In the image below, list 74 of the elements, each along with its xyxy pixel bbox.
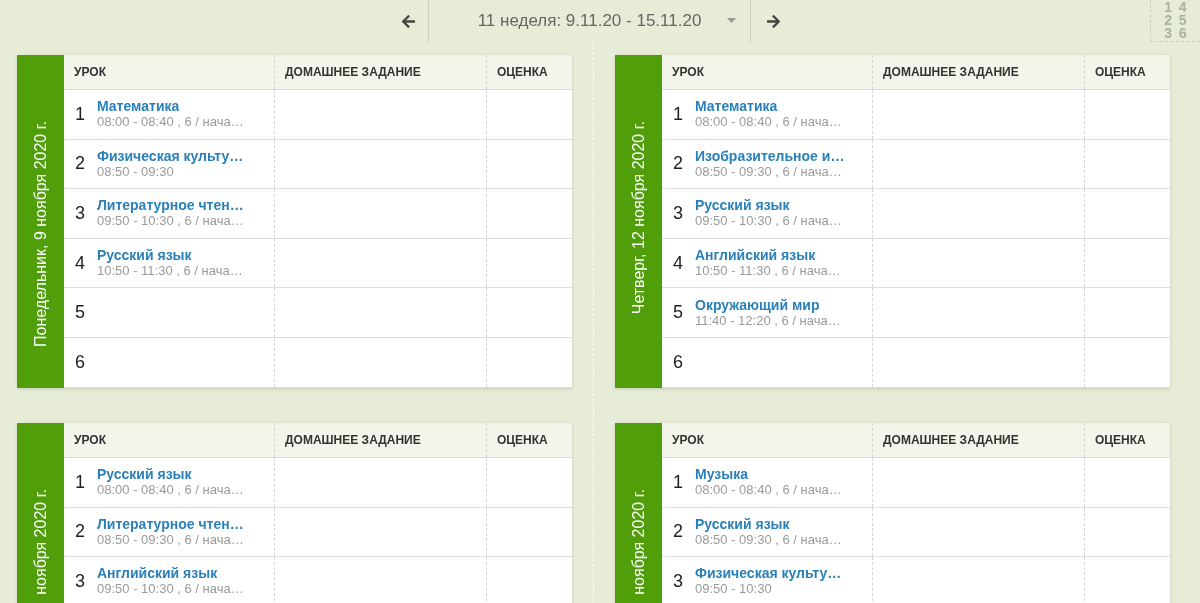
caret-icon [727, 18, 736, 23]
lesson-time: 11:40 - 12:20 , 6 / нача… [695, 312, 841, 329]
column-header: ОЦЕНКА [1084, 55, 1170, 89]
arrow-right-icon [765, 13, 781, 29]
lesson-number: 1 [75, 470, 86, 494]
lesson-number: 6 [673, 350, 684, 374]
column-header: ДОМАШНЕЕ ЗАДАНИЕ [274, 55, 486, 89]
lesson-time: 10:50 - 11:30 , 6 / нача… [695, 263, 841, 280]
subject-link[interactable]: Литературное чтен… [97, 197, 244, 214]
layout-digit: 4 [1177, 1, 1188, 14]
subject-link[interactable]: Физическая культу… [97, 147, 244, 164]
column-header: ДОМАШНЕЕ ЗАДАНИЕ [872, 55, 1084, 89]
lesson-number: 2 [673, 520, 684, 544]
column-header: УРОК [73, 432, 107, 449]
lesson-time: 08:00 - 08:40 , 6 / нача… [695, 114, 842, 131]
lesson-time: 08:50 - 09:30 , 6 / нача… [695, 163, 843, 180]
subject-link[interactable]: Английский язык [695, 247, 841, 264]
lesson-time: 08:50 - 09:30 , 6 / нача… [695, 531, 842, 548]
lesson-time: 08:00 - 08:40 , 6 / нача… [97, 482, 244, 499]
lesson-number: 2 [75, 152, 86, 176]
subject-link[interactable]: Русский язык [97, 466, 244, 483]
column-header: ОЦЕНКА [486, 55, 572, 89]
column-header: УРОК [73, 64, 107, 81]
lesson-number: 4 [75, 251, 86, 275]
week-select[interactable]: 11 неделя: 9.11.20 - 15.11.20 [428, 0, 751, 42]
layout-digit: 6 [1177, 27, 1188, 40]
column-header: УРОК [671, 432, 705, 449]
lesson-number: 3 [673, 570, 684, 593]
lesson-time: 09:50 - 10:30 , 6 / нача… [97, 581, 244, 598]
subject-link[interactable]: Изобразительное и… [695, 147, 845, 164]
arrow-left-icon [400, 13, 416, 29]
lesson-time: 09:50 - 10:30 , 6 / нача… [97, 213, 244, 230]
lesson-time: 08:00 - 08:40 , 6 / нача… [695, 482, 842, 499]
lesson-number: 3 [673, 202, 684, 225]
lesson-time: 09:50 - 10:30 , 6 / нача… [695, 213, 842, 230]
column-header: ОЦЕНКА [486, 423, 572, 457]
subject-link[interactable]: Литературное чтен… [97, 515, 244, 532]
lesson-number: 2 [75, 520, 86, 544]
subject-link[interactable]: Музыка [695, 466, 842, 483]
day-label: ноября 2020 г. [628, 489, 648, 595]
lesson-number: 6 [75, 350, 86, 374]
lesson-time: 09:50 - 10:30 [695, 581, 773, 598]
subject-link[interactable]: Русский язык [695, 197, 842, 214]
lesson-number: 4 [673, 251, 684, 275]
day-label: Понедельник, 9 ноября 2020 г. [30, 121, 50, 347]
day-label: Четверг, 12 ноября 2020 г. [628, 121, 648, 315]
lesson-number: 1 [75, 102, 86, 126]
lesson-number: 5 [673, 301, 684, 325]
lesson-number: 5 [75, 301, 86, 325]
lesson-time: 08:50 - 09:30 , 6 / нача… [97, 531, 244, 548]
subject-link[interactable]: Русский язык [695, 515, 842, 532]
column-header: УРОК [671, 64, 705, 81]
subject-link[interactable]: Математика [695, 98, 842, 115]
column-header: ОЦЕНКА [1084, 423, 1170, 457]
lesson-number: 1 [673, 102, 684, 126]
lesson-number: 3 [75, 202, 86, 225]
column-header: ДОМАШНЕЕ ЗАДАНИЕ [274, 423, 486, 457]
subject-link[interactable]: Математика [97, 98, 244, 115]
lesson-number: 3 [75, 570, 86, 593]
lesson-number: 1 [673, 470, 684, 494]
lesson-number: 2 [673, 152, 684, 176]
layout-digit: 1 [1163, 1, 1174, 14]
subject-link[interactable]: Английский язык [97, 565, 244, 582]
subject-link[interactable]: Окружающий мир [695, 296, 841, 313]
layout-digit: 3 [1163, 27, 1174, 40]
lesson-time: 10:50 - 11:30 , 6 / нача… [97, 263, 243, 280]
day-label: ноября 2020 г. [30, 489, 50, 595]
layout-digit: 5 [1177, 14, 1188, 27]
layout-digit: 2 [1163, 14, 1174, 27]
subject-link[interactable]: Физическая культу… [695, 565, 842, 582]
subject-link[interactable]: Русский язык [97, 247, 243, 264]
column-header: ДОМАШНЕЕ ЗАДАНИЕ [872, 423, 1084, 457]
lesson-time: 08:50 - 09:30 [97, 163, 175, 180]
lesson-time: 08:00 - 08:40 , 6 / нача… [97, 114, 244, 131]
